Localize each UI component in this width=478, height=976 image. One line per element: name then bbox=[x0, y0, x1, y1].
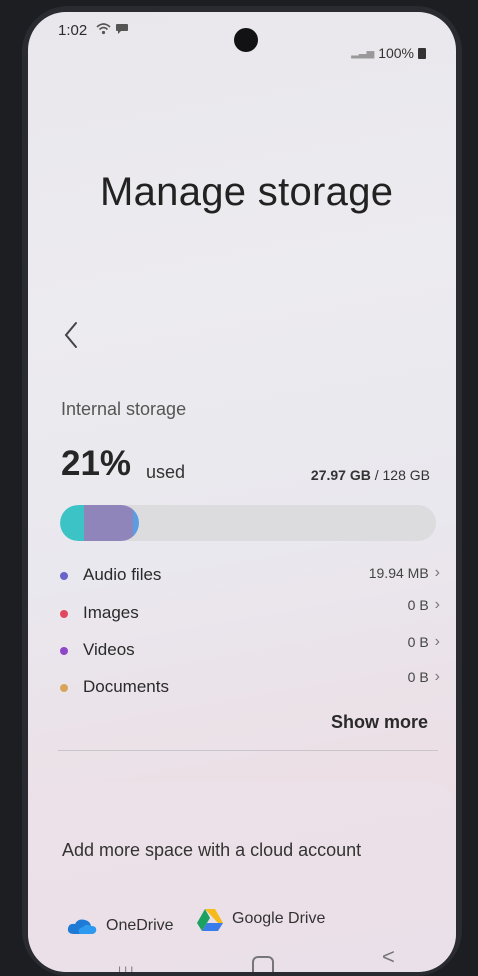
cloud-card-title: Add more space with a cloud account bbox=[62, 840, 362, 860]
category-dot bbox=[60, 610, 68, 618]
category-label: Images bbox=[83, 603, 139, 622]
google-drive-icon bbox=[197, 909, 223, 931]
usage-bar-fill bbox=[60, 505, 139, 541]
category-images[interactable]: Images 0 B › bbox=[60, 596, 440, 628]
used-amount: 27.97 GB bbox=[310, 467, 371, 483]
wifi-icon bbox=[96, 23, 111, 35]
category-size-value: 0 B bbox=[407, 669, 429, 685]
category-size: 0 B › bbox=[408, 668, 440, 686]
category-size-value: 19.94 MB bbox=[368, 565, 429, 581]
screen: 1:02 ▂▃▅ 100% Manage storage Internal st… bbox=[28, 12, 456, 972]
storage-capacity: 27.97 GB / 128 GB bbox=[311, 467, 430, 483]
chevron-left-icon bbox=[64, 322, 77, 348]
battery-text: 100% bbox=[378, 45, 414, 61]
status-time: 1:02 bbox=[58, 22, 88, 39]
usage-percent: 21% bbox=[61, 444, 132, 483]
onedrive-label: OneDrive bbox=[106, 917, 174, 934]
show-more-button[interactable]: Show more bbox=[331, 712, 428, 733]
battery-icon bbox=[418, 47, 426, 59]
capacity-separator: / bbox=[370, 467, 383, 483]
total-capacity: 128 GB bbox=[382, 467, 430, 483]
home-button[interactable] bbox=[252, 956, 274, 972]
internal-storage-label: Internal storage bbox=[61, 399, 187, 419]
usage-bar-segment-apps bbox=[60, 505, 85, 541]
category-size: 0 B › bbox=[408, 633, 440, 651]
category-size-value: 0 B bbox=[407, 634, 429, 650]
navigation-bar: ||| < bbox=[28, 942, 456, 972]
back-button[interactable] bbox=[58, 317, 84, 353]
chevron-right-icon: › bbox=[434, 564, 440, 581]
chevron-right-icon: › bbox=[434, 596, 440, 613]
category-size-value: 0 B bbox=[407, 597, 429, 613]
usage-bar-segment-other bbox=[133, 505, 139, 541]
category-dot bbox=[60, 647, 68, 655]
status-icons bbox=[96, 22, 129, 35]
nav-back-button[interactable]: < bbox=[382, 944, 395, 970]
category-label: Documents bbox=[83, 677, 169, 696]
chevron-right-icon: › bbox=[434, 668, 440, 685]
page-title: Manage storage bbox=[100, 170, 394, 214]
recent-apps-button[interactable]: ||| bbox=[118, 964, 136, 972]
google-drive-label: Google Drive bbox=[232, 910, 326, 927]
category-dot bbox=[60, 572, 68, 580]
category-audio-files[interactable]: Audio files 19.94 MB › bbox=[60, 564, 440, 590]
category-label: Audio files bbox=[83, 565, 162, 584]
category-dot bbox=[60, 684, 68, 692]
front-camera bbox=[234, 28, 258, 52]
category-size: 19.94 MB › bbox=[369, 564, 440, 582]
usage-used-word: used bbox=[146, 462, 186, 482]
usage-bar bbox=[60, 505, 436, 541]
usage-bar-segment-system bbox=[84, 505, 134, 541]
chat-icon bbox=[116, 24, 128, 34]
category-videos[interactable]: Videos 0 B › bbox=[60, 633, 440, 665]
category-size: 0 B › bbox=[408, 596, 440, 614]
category-documents[interactable]: Documents 0 B › bbox=[60, 668, 440, 702]
status-bar: 1:02 ▂▃▅ 100% bbox=[28, 12, 456, 72]
onedrive-button[interactable]: OneDrive bbox=[66, 916, 174, 936]
battery-status: ▂▃▅ 100% bbox=[351, 45, 426, 61]
category-label: Videos bbox=[83, 640, 135, 659]
divider bbox=[58, 750, 438, 751]
chevron-right-icon: › bbox=[434, 633, 440, 650]
signal-icon: ▂▃▅ bbox=[351, 47, 375, 59]
onedrive-icon bbox=[67, 919, 97, 934]
google-drive-button[interactable]: Google Drive bbox=[196, 907, 325, 931]
